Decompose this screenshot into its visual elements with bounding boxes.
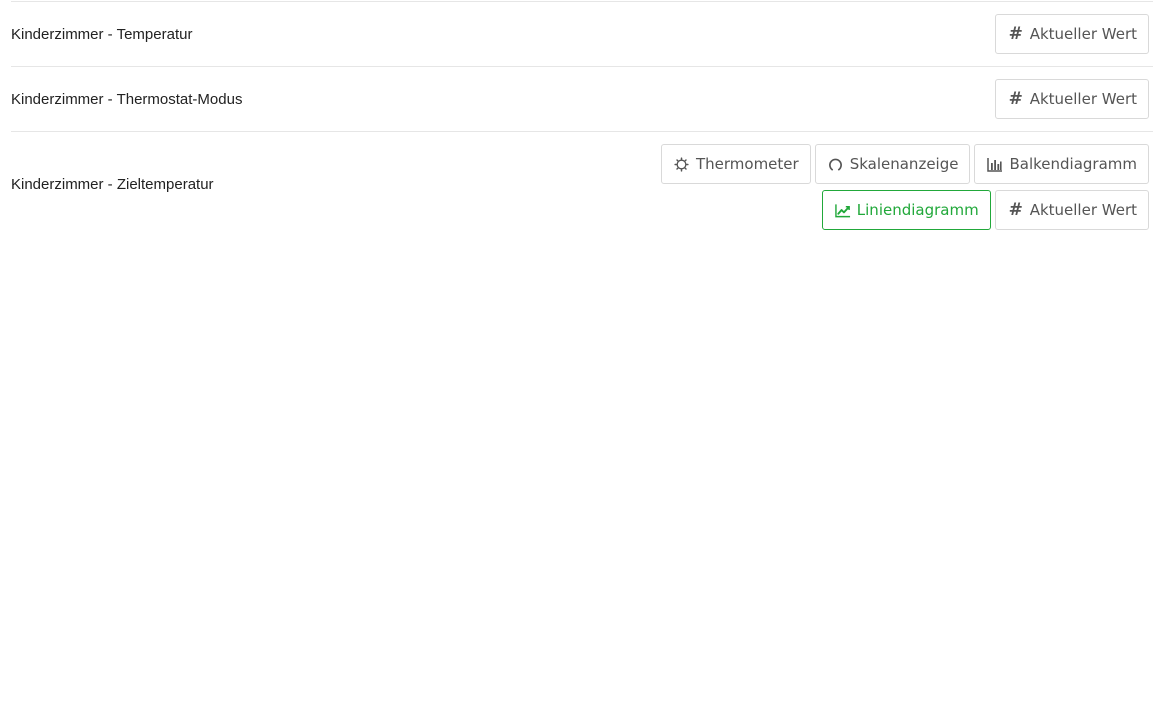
line-chart-icon	[835, 202, 851, 218]
gear-icon	[674, 156, 690, 172]
item-label: Kinderzimmer - Thermostat-Modus	[11, 90, 243, 108]
widget-type-buttons: Thermometer Skalenanzeige Balkendiagramm…	[529, 144, 1153, 230]
line-chart-button[interactable]: Liniendiagramm	[821, 190, 991, 230]
button-label: Aktueller Wert	[1029, 25, 1137, 43]
gauge-icon	[828, 156, 844, 172]
gauge-button[interactable]: Skalenanzeige	[814, 144, 971, 184]
button-label: Balkendiagramm	[1009, 155, 1137, 173]
button-label: Skalenanzeige	[849, 155, 959, 173]
hash-icon: #	[1008, 88, 1023, 109]
button-label: Aktueller Wert	[1029, 201, 1137, 219]
button-label: Thermometer	[695, 155, 799, 173]
item-label: Kinderzimmer - Temperatur	[11, 25, 193, 43]
current-value-button[interactable]: # Aktueller Wert	[994, 14, 1149, 54]
widget-list: Kinderzimmer - Temperatur # Aktueller We…	[11, 1, 1153, 234]
bar-chart-button[interactable]: Balkendiagramm	[974, 144, 1149, 184]
list-item: Kinderzimmer - Temperatur # Aktueller We…	[11, 1, 1153, 66]
button-label: Aktueller Wert	[1029, 90, 1137, 108]
widget-type-buttons: # Aktueller Wert	[994, 14, 1153, 54]
thermometer-button[interactable]: Thermometer	[660, 144, 811, 184]
hash-icon: #	[1008, 199, 1023, 220]
item-label: Kinderzimmer - Zieltemperatur	[11, 176, 214, 193]
widget-type-buttons: # Aktueller Wert	[994, 79, 1153, 119]
hash-icon: #	[1008, 23, 1023, 44]
current-value-button[interactable]: # Aktueller Wert	[994, 79, 1149, 119]
current-value-button[interactable]: # Aktueller Wert	[994, 190, 1149, 230]
list-item: Kinderzimmer - Thermostat-Modus # Aktuel…	[11, 66, 1153, 131]
bar-chart-icon	[987, 156, 1003, 172]
list-item: Kinderzimmer - Zieltemperatur Thermomete…	[11, 131, 1153, 234]
button-label: Liniendiagramm	[856, 201, 979, 219]
